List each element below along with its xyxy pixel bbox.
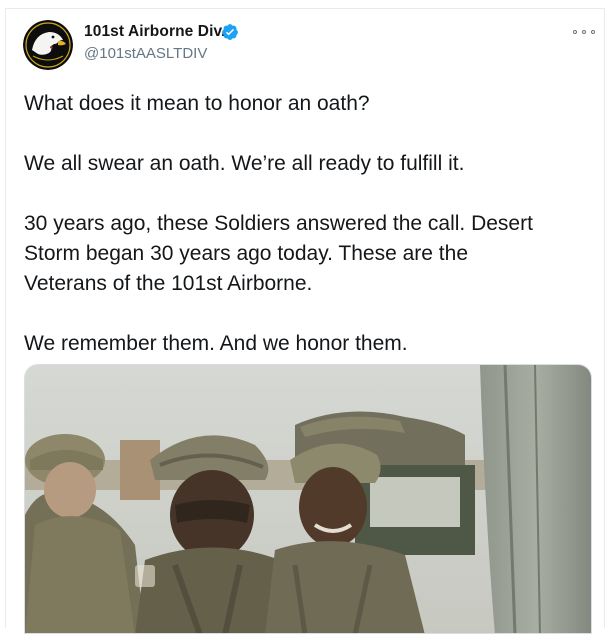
more-options-button[interactable]: [573, 26, 595, 38]
more-dot-icon: [591, 30, 595, 34]
tweet-card[interactable]: 101st Airborne Div. @101stAASLTDIV What …: [5, 8, 605, 634]
tweet-line: We remember them. And we honor them.: [24, 332, 408, 355]
tweet-photo[interactable]: [24, 364, 592, 634]
tweet-line: What does it mean to honor an oath?: [24, 92, 370, 115]
tweet-paragraph: We all swear an oath. We’re all ready to…: [24, 149, 594, 179]
more-dot-icon: [573, 30, 577, 34]
tweet-line: Storm began 30 years ago today. These ar…: [24, 242, 469, 265]
account-handle[interactable]: @101stAASLTDIV: [84, 45, 207, 62]
tweet-line: 30 years ago, these Soldiers answered th…: [24, 212, 533, 235]
tweet-text: What does it mean to honor an oath? We a…: [24, 89, 594, 359]
more-dot-icon: [582, 30, 586, 34]
screaming-eagle-patch-icon: [23, 20, 73, 70]
display-name[interactable]: 101st Airborne Div.: [84, 23, 225, 41]
tweet-paragraph: We remember them. And we honor them.: [24, 329, 594, 359]
tweet-line: We all swear an oath. We’re all ready to…: [24, 152, 465, 175]
verified-badge-icon: [222, 24, 238, 40]
tweet-line: Veterans of the 101st Airborne.: [24, 272, 313, 295]
soldiers-photo: [25, 365, 591, 633]
tweet-paragraph: What does it mean to honor an oath?: [24, 89, 594, 119]
tweet-paragraph: 30 years ago, these Soldiers answered th…: [24, 209, 594, 299]
avatar[interactable]: [23, 20, 73, 70]
